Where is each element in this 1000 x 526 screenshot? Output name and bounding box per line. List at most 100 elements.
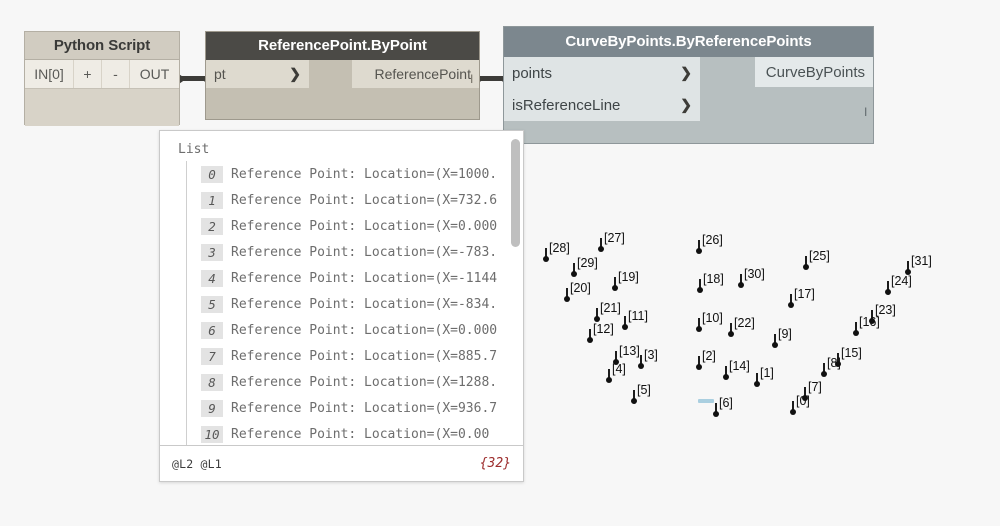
curve-port-row-isreferenceline: isReferenceLine ❯ bbox=[504, 89, 873, 121]
list-scrollbar[interactable] bbox=[511, 137, 520, 442]
point-leader-line bbox=[615, 351, 617, 361]
reference-point-input-pt[interactable]: pt ❯ bbox=[206, 60, 309, 88]
point-index-label: [6] bbox=[719, 396, 733, 410]
point-index-label: [22] bbox=[734, 316, 755, 330]
curve-input-isreferenceline-label: isReferenceLine bbox=[512, 96, 621, 114]
node-reference-point-bypoint[interactable]: ReferencePoint.ByPoint pt ❯ ReferencePoi… bbox=[205, 31, 480, 120]
point-leader-line bbox=[699, 279, 701, 289]
list-item[interactable]: 5 Reference Point: Location=(X=-834. bbox=[187, 291, 523, 317]
python-remove-port-button[interactable]: - bbox=[102, 60, 130, 88]
list-preview-items: 0 Reference Point: Location=(X=1000. 1 Refe… bbox=[186, 161, 523, 446]
point-index-label: [24] bbox=[891, 274, 912, 288]
point-leader-line bbox=[790, 294, 792, 304]
point-leader-line bbox=[640, 355, 642, 365]
chevron-right-icon[interactable]: ❯ bbox=[289, 66, 301, 83]
point-leader-line bbox=[698, 240, 700, 250]
point-index-label: [11] bbox=[628, 309, 648, 323]
point-index-label: [14] bbox=[729, 359, 750, 373]
point-dot-icon bbox=[631, 398, 637, 404]
list-item-index: 8 bbox=[201, 373, 223, 391]
point-index-label: [2] bbox=[702, 349, 716, 363]
list-item-index: 4 bbox=[201, 269, 223, 287]
point-index-label: [29] bbox=[577, 256, 598, 270]
list-item[interactable]: 9 Reference Point: Location=(X=936.7 bbox=[187, 395, 523, 421]
point-index-label: [19] bbox=[618, 270, 639, 284]
point-leader-line bbox=[823, 363, 825, 373]
node-curve-by-points[interactable]: CurveByPoints.ByReferencePoints points ❯… bbox=[503, 26, 874, 144]
list-item-text: Reference Point: Location=(X=1000. bbox=[231, 166, 498, 182]
chevron-right-icon[interactable]: ❯ bbox=[680, 65, 692, 82]
reference-point-input-pt-label: pt bbox=[214, 66, 226, 82]
node-curve-by-points-title: CurveByPoints.ByReferencePoints bbox=[504, 27, 873, 57]
curve-output[interactable]: CurveByPoints bbox=[755, 57, 873, 87]
point-index-label: [9] bbox=[778, 327, 792, 341]
point-dot-icon bbox=[853, 330, 859, 336]
list-item-text: Reference Point: Location=(X=-834. bbox=[231, 296, 498, 312]
point-index-label: [10] bbox=[702, 311, 723, 325]
point-leader-line bbox=[608, 369, 610, 379]
list-item[interactable]: 1 Reference Point: Location=(X=732.6 bbox=[187, 187, 523, 213]
point-dot-icon bbox=[905, 269, 911, 275]
point-leader-line bbox=[600, 238, 602, 248]
chevron-right-icon[interactable]: ❯ bbox=[680, 97, 692, 114]
point-index-label: [15] bbox=[841, 346, 862, 360]
node-graph-canvas[interactable]: Python Script IN[0] + - OUT ReferencePoi… bbox=[0, 0, 1000, 526]
point-index-label: [20] bbox=[570, 281, 591, 295]
node-python-script[interactable]: Python Script IN[0] + - OUT bbox=[24, 31, 180, 126]
list-item[interactable]: 8 Reference Point: Location=(X=1288. bbox=[187, 369, 523, 395]
point-dot-icon bbox=[696, 248, 702, 254]
list-item[interactable]: 10 Reference Point: Location=(X=0.00 bbox=[187, 421, 523, 446]
list-preview-scroll-area[interactable]: List 0 Reference Point: Location=(X=1000.… bbox=[160, 131, 523, 446]
point-dot-icon bbox=[723, 374, 729, 380]
point-dot-icon bbox=[835, 361, 841, 367]
python-add-port-button[interactable]: + bbox=[74, 60, 102, 88]
point-leader-line bbox=[887, 281, 889, 291]
reference-point-output[interactable]: ReferencePoint bbox=[352, 60, 479, 88]
curve-resize-handle[interactable]: l bbox=[864, 106, 867, 118]
point-leader-line bbox=[774, 334, 776, 344]
reference-point-resize-handle[interactable]: l bbox=[470, 73, 473, 85]
point-dot-icon bbox=[713, 411, 719, 417]
point-dot-icon bbox=[696, 326, 702, 332]
point-leader-line bbox=[792, 401, 794, 411]
point-dot-icon bbox=[754, 381, 760, 387]
list-item-text: Reference Point: Location=(X=0.000 bbox=[231, 218, 498, 234]
point-dot-icon bbox=[594, 316, 600, 322]
list-item-index: 1 bbox=[201, 191, 223, 209]
point-index-label: [3] bbox=[644, 348, 658, 362]
point-leader-line bbox=[589, 329, 591, 339]
list-item-text: Reference Point: Location=(X=885.7 bbox=[231, 348, 498, 364]
python-port-in0[interactable]: IN[0] bbox=[25, 60, 74, 88]
curve-input-points-label: points bbox=[512, 64, 553, 82]
point-index-label: [1] bbox=[760, 366, 774, 380]
list-item[interactable]: 6 Reference Point: Location=(X=0.000 bbox=[187, 317, 523, 343]
point-leader-line bbox=[715, 403, 717, 413]
point-index-label: [28] bbox=[549, 241, 570, 255]
point-dot-icon bbox=[869, 318, 875, 324]
point-dot-icon bbox=[543, 256, 549, 262]
point-dot-icon bbox=[821, 371, 827, 377]
list-preview-panel[interactable]: List 0 Reference Point: Location=(X=1000.… bbox=[159, 130, 524, 482]
list-item-text: Reference Point: Location=(X=0.000 bbox=[231, 322, 498, 338]
list-item[interactable]: 7 Reference Point: Location=(X=885.7 bbox=[187, 343, 523, 369]
list-scrollbar-thumb[interactable] bbox=[511, 139, 520, 247]
point-index-label: [4] bbox=[612, 362, 626, 376]
list-item[interactable]: 4 Reference Point: Location=(X=-1144 bbox=[187, 265, 523, 291]
point-leader-line bbox=[698, 356, 700, 366]
list-levels-label[interactable]: @L2 @L1 bbox=[172, 457, 222, 471]
list-item[interactable]: 2 Reference Point: Location=(X=0.000 bbox=[187, 213, 523, 239]
point-index-label: [30] bbox=[744, 267, 765, 281]
node-python-script-ports: IN[0] + - OUT bbox=[25, 60, 179, 89]
point-leader-line bbox=[740, 274, 742, 284]
list-item-text: Reference Point: Location=(X=-1144 bbox=[231, 270, 498, 286]
point-dot-icon bbox=[728, 331, 734, 337]
list-item-text: Reference Point: Location=(X=732.6 bbox=[231, 192, 498, 208]
list-item[interactable]: 3 Reference Point: Location=(X=-783. bbox=[187, 239, 523, 265]
point-index-label: [12] bbox=[593, 322, 614, 336]
curve-input-points[interactable]: points ❯ bbox=[504, 57, 700, 89]
curve-input-isreferenceline[interactable]: isReferenceLine ❯ bbox=[504, 89, 700, 121]
list-item[interactable]: 0 Reference Point: Location=(X=1000. bbox=[187, 161, 523, 187]
python-port-out[interactable]: OUT bbox=[130, 60, 179, 88]
list-item-index: 5 bbox=[201, 295, 223, 313]
list-preview-footer: @L2 @L1 {32} bbox=[160, 445, 523, 481]
